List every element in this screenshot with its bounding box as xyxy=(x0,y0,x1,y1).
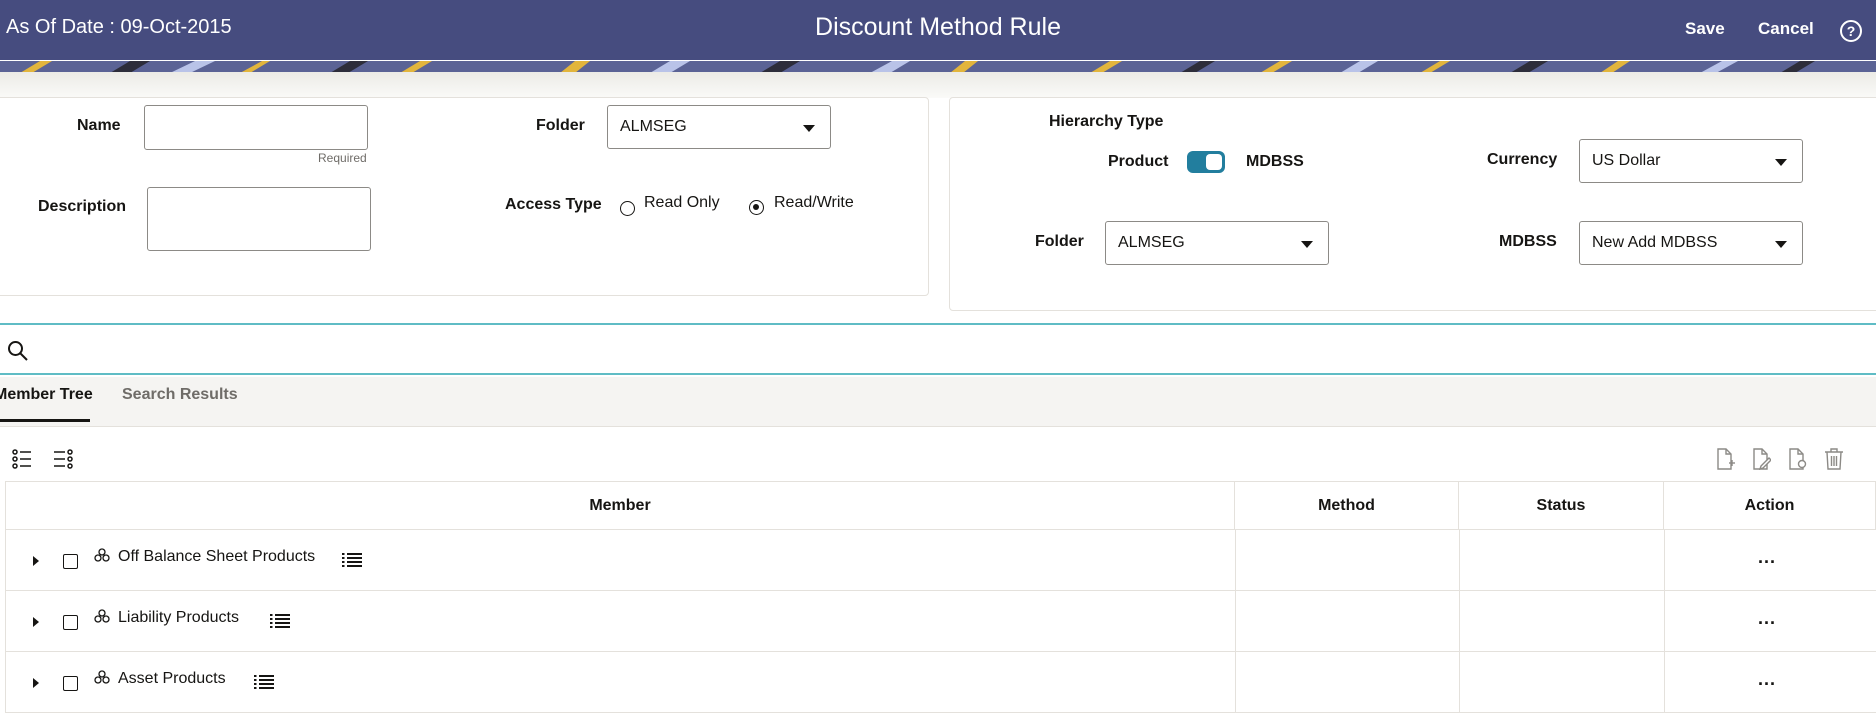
expand-row-icon[interactable] xyxy=(33,556,39,566)
name-label: Name xyxy=(77,117,121,134)
status-cell xyxy=(1459,530,1664,591)
app-header: As Of Date : 09-Oct-2015 Discount Method… xyxy=(0,0,1876,60)
delete-icon[interactable] xyxy=(1824,448,1844,470)
member-name: Liability Products xyxy=(118,609,239,626)
status-cell xyxy=(1459,591,1664,652)
row-checkbox[interactable] xyxy=(63,676,78,691)
column-header-member: Member xyxy=(5,481,1235,530)
list-details-icon[interactable] xyxy=(342,552,362,568)
view-document-icon[interactable] xyxy=(1787,448,1807,470)
search-bar[interactable] xyxy=(0,323,1876,375)
column-header-action: Action xyxy=(1663,481,1876,530)
more-actions-icon[interactable]: ... xyxy=(1758,669,1776,690)
list-details-icon[interactable] xyxy=(270,613,290,629)
mdbss-select-value: New Add MDBSS xyxy=(1592,234,1718,251)
member-name: Off Balance Sheet Products xyxy=(118,548,316,565)
description-input[interactable] xyxy=(147,187,371,251)
hierarchy-type-toggle[interactable] xyxy=(1187,151,1225,173)
toggle-mdbss-label: MDBSS xyxy=(1246,153,1304,170)
add-document-icon[interactable] xyxy=(1715,448,1735,470)
read-only-label: Read Only xyxy=(644,194,720,211)
hierarchy-folder-label: Folder xyxy=(1035,233,1084,250)
save-button[interactable]: Save xyxy=(1685,19,1725,39)
chevron-down-icon xyxy=(1775,159,1787,166)
folder-select-value: ALMSEG xyxy=(620,118,687,135)
help-icon[interactable]: ? xyxy=(1840,20,1862,42)
table-row[interactable]: Asset Products ... xyxy=(5,652,1876,713)
hierarchy-type-label: Hierarchy Type xyxy=(1049,113,1164,130)
table-row[interactable]: Liability Products ... xyxy=(5,591,1876,652)
mdbss-label: MDBSS xyxy=(1499,233,1557,250)
access-type-label: Access Type xyxy=(505,196,602,213)
search-icon[interactable] xyxy=(7,340,29,362)
method-cell[interactable] xyxy=(1235,530,1459,591)
member-name: Asset Products xyxy=(118,670,226,687)
cancel-button[interactable]: Cancel xyxy=(1758,19,1814,39)
tab-search-results[interactable]: Search Results xyxy=(122,386,238,404)
read-only-radio[interactable] xyxy=(620,201,635,216)
required-hint: Required xyxy=(318,151,367,165)
more-actions-icon[interactable]: ... xyxy=(1758,547,1776,568)
edit-document-icon[interactable] xyxy=(1751,448,1771,470)
method-cell[interactable] xyxy=(1235,591,1459,652)
discount-method-rule-page: As Of Date : 09-Oct-2015 Discount Method… xyxy=(0,0,1876,714)
toggle-knob xyxy=(1206,154,1222,170)
column-header-method: Method xyxy=(1234,481,1459,530)
currency-label: Currency xyxy=(1487,151,1558,168)
banner-fade xyxy=(0,72,1876,98)
read-write-radio[interactable] xyxy=(749,200,764,215)
currency-select[interactable]: US Dollar xyxy=(1579,139,1803,183)
expand-all-icon[interactable] xyxy=(12,449,32,469)
description-label: Description xyxy=(38,198,127,215)
row-checkbox[interactable] xyxy=(63,615,78,630)
status-cell xyxy=(1459,652,1664,713)
hierarchy-folder-select-value: ALMSEG xyxy=(1118,234,1185,251)
chevron-down-icon xyxy=(1301,241,1313,248)
search-input[interactable] xyxy=(40,339,1840,361)
active-tab-indicator xyxy=(0,419,90,422)
folder-label: Folder xyxy=(536,117,585,134)
read-write-label: Read/Write xyxy=(774,194,854,211)
tab-bar: Member Tree Search Results xyxy=(0,377,1876,427)
hierarchy-folder-select[interactable]: ALMSEG xyxy=(1105,221,1329,265)
toggle-product-label: Product xyxy=(1108,153,1169,170)
chevron-down-icon xyxy=(803,125,815,132)
table-row[interactable]: Off Balance Sheet Products ... xyxy=(5,530,1876,591)
page-title: Discount Method Rule xyxy=(815,13,1061,41)
list-details-icon[interactable] xyxy=(254,674,274,690)
hierarchy-node-icon xyxy=(94,548,110,562)
decorative-banner xyxy=(0,60,1876,72)
mdbss-select[interactable]: New Add MDBSS xyxy=(1579,221,1803,265)
row-checkbox[interactable] xyxy=(63,554,78,569)
hierarchy-node-icon xyxy=(94,609,110,623)
method-cell[interactable] xyxy=(1235,652,1459,713)
chevron-down-icon xyxy=(1775,241,1787,248)
column-header-status: Status xyxy=(1458,481,1664,530)
member-table: Member Method Status Action Off Balance … xyxy=(5,481,1876,714)
collapse-all-icon[interactable] xyxy=(53,449,73,469)
currency-select-value: US Dollar xyxy=(1592,152,1661,169)
hierarchy-node-icon xyxy=(94,670,110,684)
expand-row-icon[interactable] xyxy=(33,678,39,688)
tab-member-tree[interactable]: Member Tree xyxy=(0,386,93,404)
name-input[interactable] xyxy=(144,105,368,150)
folder-select[interactable]: ALMSEG xyxy=(607,105,831,149)
expand-row-icon[interactable] xyxy=(33,617,39,627)
more-actions-icon[interactable]: ... xyxy=(1758,608,1776,629)
